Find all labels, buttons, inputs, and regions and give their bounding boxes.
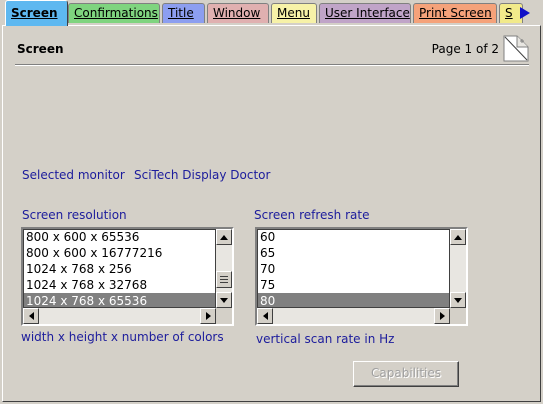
play-right-icon[interactable]	[514, 4, 534, 22]
scroll-up-icon[interactable]	[450, 229, 466, 245]
page-curl-icon[interactable]	[503, 34, 529, 62]
tab-confirmations[interactable]: Confirmations	[68, 3, 160, 23]
tab-label: Title	[168, 6, 194, 20]
refresh-caption: vertical scan rate in Hz	[256, 332, 395, 346]
tab-label: User Interface	[325, 6, 410, 20]
panel-header: Screen Page 1 of 2	[13, 34, 529, 62]
vertical-scrollbar[interactable]	[450, 229, 466, 308]
page-title: Screen	[17, 42, 64, 56]
scroll-right-icon[interactable]	[200, 308, 216, 324]
list-item-selected[interactable]: 1024 x 768 x 65536	[23, 293, 216, 308]
scroll-thumb[interactable]	[216, 271, 232, 288]
tab-label: S	[505, 6, 513, 20]
list-item[interactable]: 1024 x 768 x 256	[23, 261, 216, 277]
tab-strip: Screen Confirmations Title Window Menu U…	[0, 0, 543, 26]
tab-label: Window	[213, 6, 261, 20]
screen-resolution-listbox[interactable]: 800 x 600 x 65536 800 x 600 x 16777216 1…	[21, 227, 234, 326]
list-item[interactable]: 800 x 600 x 16777216	[23, 245, 216, 261]
vertical-scrollbar[interactable]	[216, 229, 232, 308]
capabilities-button[interactable]: Capabilities	[353, 361, 459, 387]
selected-monitor-value: SciTech Display Doctor	[134, 168, 271, 182]
list-item[interactable]: 60	[257, 229, 450, 245]
tab-title[interactable]: Title	[162, 3, 205, 23]
tab-screen[interactable]: Screen	[5, 0, 68, 26]
scrollbar-corner	[216, 308, 232, 324]
list-item[interactable]: 75	[257, 277, 450, 293]
list-item[interactable]: 800 x 600 x 65536	[23, 229, 216, 245]
list-item[interactable]: 1024 x 768 x 32768	[23, 277, 216, 293]
selected-monitor-label: Selected monitor	[22, 168, 125, 182]
tab-panel-screen: Screen Page 1 of 2 Selected monitor SciT…	[2, 25, 541, 402]
scroll-right-icon[interactable]	[434, 308, 450, 324]
resolution-caption: width x height x number of colors	[21, 330, 224, 344]
scroll-down-icon[interactable]	[216, 292, 232, 308]
header-divider	[15, 64, 529, 66]
page-indicator: Page 1 of 2	[431, 42, 499, 56]
tab-user-interface[interactable]: User Interface	[319, 3, 411, 23]
refresh-rate-listbox[interactable]: 60 65 70 75 80	[255, 227, 468, 326]
list-item-selected[interactable]: 80	[257, 293, 450, 308]
list-item[interactable]: 65	[257, 245, 450, 261]
tab-print-screen[interactable]: Print Screen	[413, 3, 497, 23]
tab-label: Confirmations	[74, 6, 158, 20]
scroll-left-icon[interactable]	[23, 308, 39, 324]
tab-label: Print Screen	[419, 6, 492, 20]
horizontal-scrollbar[interactable]	[23, 308, 216, 324]
tab-window[interactable]: Window	[207, 3, 269, 23]
scroll-down-icon[interactable]	[450, 292, 466, 308]
scrollbar-corner	[450, 308, 466, 324]
horizontal-scrollbar[interactable]	[257, 308, 450, 324]
tab-label: Screen	[11, 6, 58, 20]
resolution-list: 800 x 600 x 65536 800 x 600 x 16777216 1…	[23, 229, 216, 308]
tab-label: Menu	[277, 6, 310, 20]
screen-resolution-label: Screen resolution	[22, 208, 127, 222]
refresh-list: 60 65 70 75 80	[257, 229, 450, 308]
scroll-left-icon[interactable]	[257, 308, 273, 324]
scroll-up-icon[interactable]	[216, 229, 232, 245]
refresh-rate-label: Screen refresh rate	[254, 208, 370, 222]
list-item[interactable]: 70	[257, 261, 450, 277]
tab-menu[interactable]: Menu	[271, 3, 317, 23]
